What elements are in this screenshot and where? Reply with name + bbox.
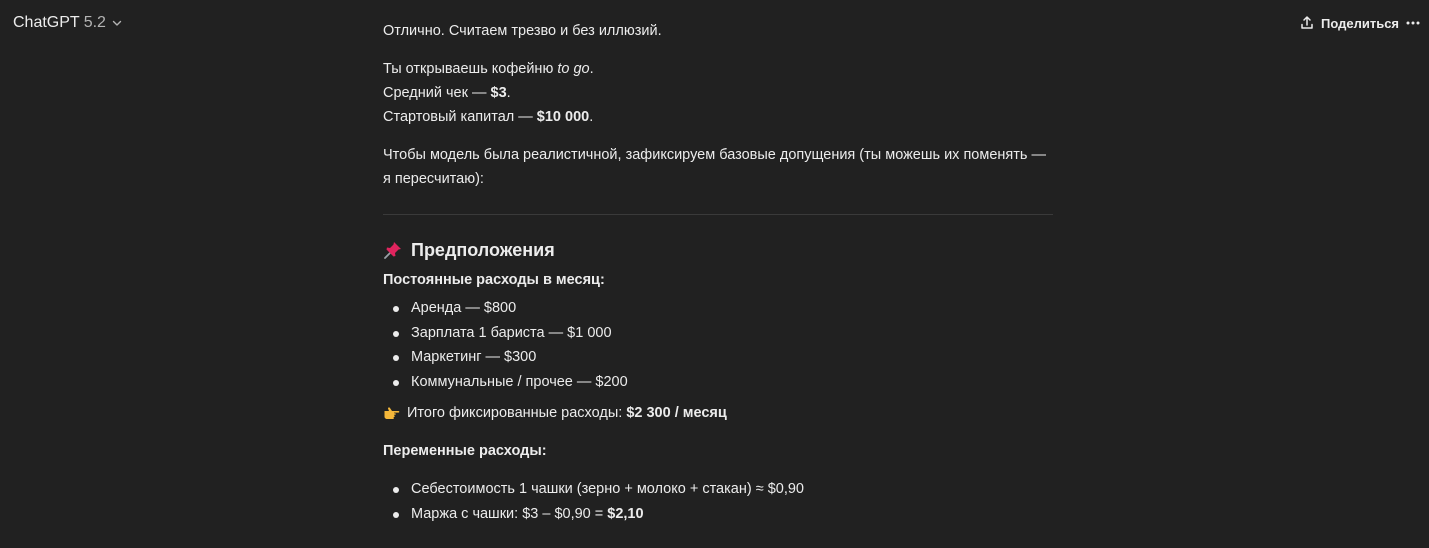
assistant-message: Отлично. Считаем трезво и без иллюзий. Т…: [383, 19, 1053, 526]
model-version: 5.2: [83, 14, 106, 31]
variable-costs-list: Себестоимость 1 чашки (зерно + молоко + …: [383, 477, 1053, 526]
pointing-right-icon: [383, 404, 401, 422]
section-heading: Предположения: [383, 236, 1053, 264]
margin-formula: Маржа с чашки: $3 – $0,90 =: [411, 505, 608, 522]
share-button[interactable]: Поделиться: [1293, 10, 1405, 36]
share-icon: [1299, 15, 1315, 31]
list-item: Коммунальные / прочее — $200: [393, 370, 1053, 395]
fixed-total-value: $2 300 / месяц: [626, 405, 727, 421]
premise-line-1-emphasis: to go: [557, 61, 590, 77]
list-item: Маркетинг — $300: [393, 345, 1053, 370]
premise-line-2-text: Средний чек —: [383, 85, 491, 101]
more-options-button[interactable]: [1400, 10, 1426, 36]
pushpin-icon: [383, 240, 403, 260]
premise-line-3-bold: $10 000: [536, 109, 590, 125]
premise-line-2: Средний чек — $3.: [383, 81, 1053, 105]
premise-line-2-suffix: .: [506, 85, 511, 101]
chevron-down-icon: [111, 17, 123, 29]
divider: [383, 214, 1053, 215]
premise-line-1: Ты открываешь кофейню to go.: [383, 57, 1053, 81]
list-item: Аренда — $800: [393, 296, 1053, 321]
premise-line-2-bold: $3: [490, 85, 507, 101]
premise-block: Ты открываешь кофейню to go. Средний чек…: [383, 57, 1053, 129]
fixed-costs-list: Аренда — $800 Зарплата 1 бариста — $1 00…: [383, 296, 1053, 394]
model-selector-button[interactable]: ChatGPT 5.2: [6, 9, 130, 37]
fixed-total-label: Итого фиксированные расходы:: [407, 405, 623, 421]
premise-line-3-suffix: .: [589, 109, 594, 125]
fixed-costs-heading: Постоянные расходы в месяц:: [383, 272, 605, 288]
assumptions-intro: Чтобы модель была реалистичной, зафиксир…: [383, 147, 1046, 187]
premise-line-1-suffix: .: [589, 61, 594, 77]
premise-line-1-text: Ты открываешь кофейню: [383, 61, 558, 77]
margin-value: $2,10: [607, 505, 644, 522]
list-item: Зарплата 1 бариста — $1 000: [393, 321, 1053, 346]
premise-line-3-text: Стартовый капитал —: [383, 109, 537, 125]
intro-text: Отлично. Считаем трезво и без иллюзий.: [383, 23, 662, 39]
share-label: Поделиться: [1321, 15, 1400, 31]
variable-costs-heading: Переменные расходы:: [383, 443, 547, 459]
more-horizontal-icon: [1405, 15, 1421, 31]
fixed-total: Итого фиксированные расходы: $2 300 / ме…: [383, 401, 1053, 425]
section-title: Предположения: [411, 240, 555, 260]
list-item: Себестоимость 1 чашки (зерно + молоко + …: [393, 477, 1053, 502]
model-name: ChatGPT: [13, 14, 80, 31]
list-item-margin: Маржа с чашки: $3 – $0,90 = $2,10: [393, 502, 1053, 527]
premise-line-3: Стартовый капитал — $10 000.: [383, 105, 1053, 129]
